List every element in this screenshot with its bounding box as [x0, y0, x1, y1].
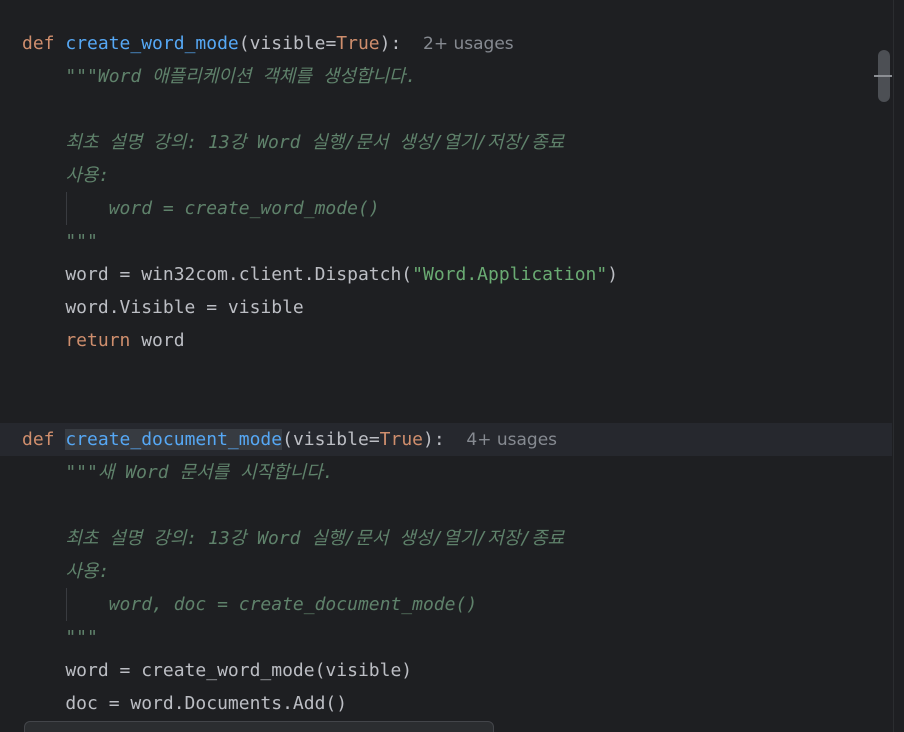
bool-literal: True: [379, 429, 424, 450]
paren-close: ):: [423, 429, 445, 450]
docstring-line[interactable]: """Word 애플리케이션 객체를 생성합니다.: [22, 60, 416, 93]
code-line-def-create-word-mode[interactable]: def create_word_mode(visible=True): 2+ u…: [22, 27, 514, 60]
code-line[interactable]: word = win32com.client.Dispatch("Word.Ap…: [22, 258, 618, 291]
docstring-line[interactable]: 사용:: [22, 159, 109, 192]
code-text: word = win32com.client.Dispatch(: [22, 264, 413, 285]
editor-right-border: [893, 0, 894, 732]
code-editor[interactable]: def create_word_mode(visible=True): 2+ u…: [0, 0, 904, 732]
keyword-def: def: [22, 429, 55, 450]
usages-hint[interactable]: 2+ usages: [423, 34, 514, 54]
parameter: visible: [292, 429, 369, 450]
paren-open: (: [238, 33, 250, 54]
equals-sign: =: [325, 33, 337, 54]
paren-open: (: [282, 429, 293, 450]
code-text: word: [130, 330, 185, 351]
docstring-line[interactable]: """: [22, 621, 98, 654]
parameter: visible: [249, 33, 326, 54]
code-line[interactable]: word.Visible = visible: [22, 291, 303, 324]
docstring-line[interactable]: """새 Word 문서를 시작합니다.: [22, 456, 333, 489]
equals-sign: =: [368, 429, 380, 450]
keyword-return: return: [22, 330, 131, 351]
paren-close: ):: [379, 33, 402, 54]
bool-literal: True: [336, 33, 380, 54]
code-line-def-create-document-mode[interactable]: def create_document_mode(visible=True): …: [22, 423, 557, 456]
code-text: ): [607, 264, 619, 285]
code-line[interactable]: return word: [22, 324, 185, 357]
docstring-line[interactable]: word, doc = create_document_mode(): [22, 588, 477, 621]
docstring-line[interactable]: word = create_word_mode(): [22, 192, 380, 225]
scrollbar-caret-marker: [874, 75, 892, 77]
string-literal: "Word.Application": [412, 264, 608, 285]
usages-hint[interactable]: 4+ usages: [466, 430, 557, 450]
popup-edge: [24, 721, 494, 732]
docstring-line[interactable]: """: [22, 225, 98, 258]
code-line[interactable]: word = create_word_mode(visible): [22, 654, 412, 687]
function-name[interactable]: create_word_mode: [65, 33, 238, 54]
docstring-line[interactable]: 사용:: [22, 555, 109, 588]
code-line[interactable]: doc = word.Documents.Add(): [22, 687, 347, 720]
docstring-line[interactable]: 최초 설명 강의: 13강 Word 실행/문서 생성/열기/저장/종료: [22, 126, 564, 159]
keyword-def: def: [22, 33, 55, 54]
function-name-highlighted[interactable]: create_document_mode: [65, 429, 283, 450]
docstring-line[interactable]: 최초 설명 강의: 13강 Word 실행/문서 생성/열기/저장/종료: [22, 522, 564, 555]
